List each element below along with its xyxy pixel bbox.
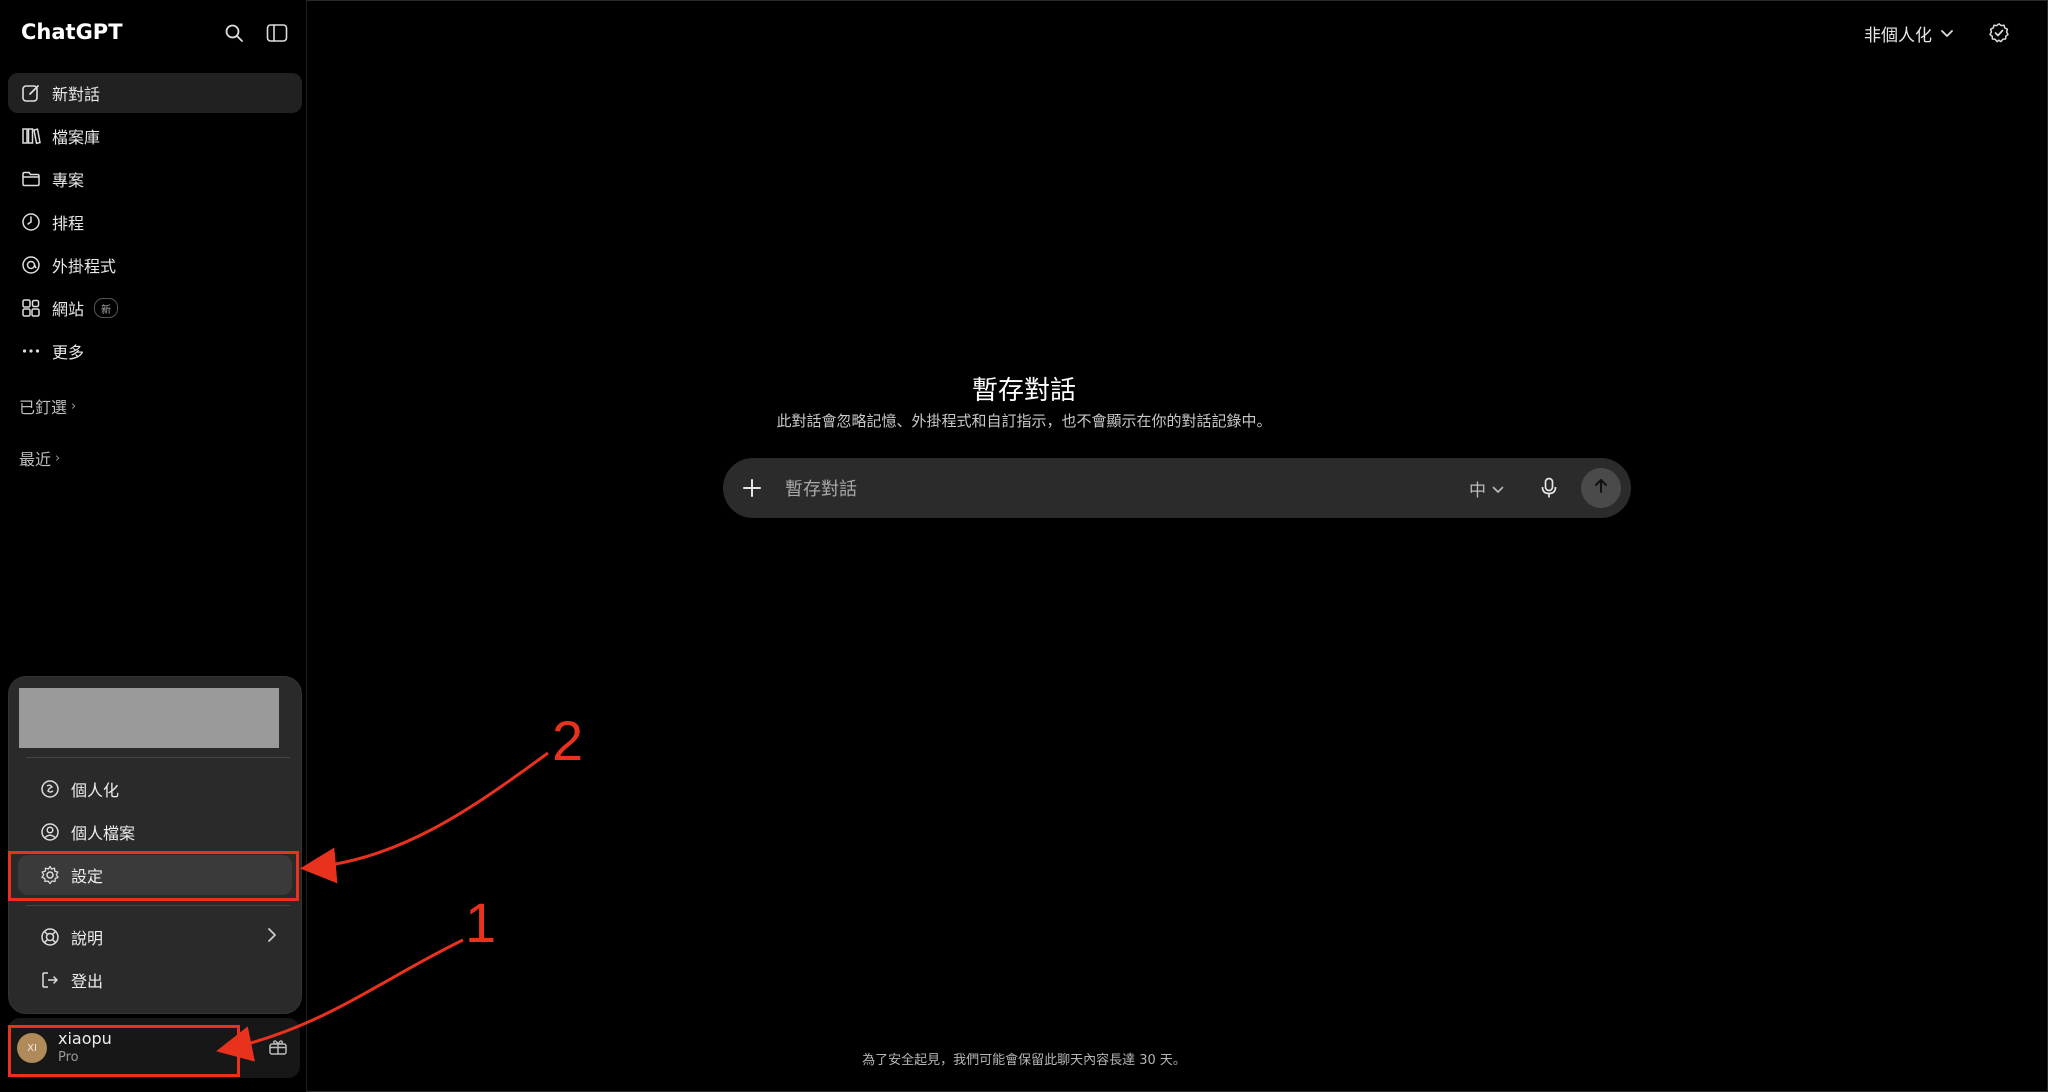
chevron-down-icon (1492, 479, 1504, 499)
plus-icon[interactable] (739, 475, 765, 501)
menu-item-label: 個人檔案 (71, 824, 136, 843)
chevron-right-icon: › (55, 450, 61, 466)
menu-item-help[interactable]: 說明 (18, 917, 292, 957)
recent-section[interactable]: 最近 › (19, 446, 60, 470)
language-label: 中 (1469, 481, 1486, 501)
send-button[interactable] (1581, 468, 1621, 508)
arrow-up-icon (1592, 477, 1610, 499)
chevron-right-icon (266, 927, 278, 947)
sites-icon (20, 297, 42, 319)
annotation-label-2: 2 (552, 709, 584, 772)
sidebar-item-label: 外掛程式 (52, 257, 117, 276)
redacted-account-area (19, 688, 279, 748)
new-badge: 新 (94, 298, 119, 318)
clock-icon (20, 211, 42, 233)
folder-icon (20, 168, 42, 190)
sidebar-item-more[interactable]: 更多 (8, 331, 302, 371)
composer: 中 (723, 458, 1631, 518)
annotation-box-user (8, 1025, 240, 1077)
divider (26, 757, 290, 758)
sidebar-toggle-icon[interactable] (264, 20, 290, 46)
annotation-box-settings (8, 851, 299, 901)
sidebar-item-label: 檔案庫 (52, 128, 101, 147)
sidebar-item-label: 更多 (52, 343, 85, 362)
divider (26, 905, 290, 906)
menu-item-label: 登出 (71, 972, 104, 991)
more-icon (20, 340, 42, 362)
message-input[interactable] (783, 476, 1387, 502)
sidebar: ChatGPT 新對話 檔案庫 專案 排程 外掛程式 網站 新 更多 已釘選 ›… (0, 0, 307, 1092)
mode-label: 非個人化 (1864, 26, 1932, 46)
sidebar-item-label: 網站 (52, 300, 85, 319)
menu-item-label: 說明 (71, 929, 104, 948)
recent-label: 最近 (19, 450, 52, 469)
plugin-icon (20, 254, 42, 276)
app-logo: ChatGPT (21, 20, 123, 44)
edit-icon (20, 82, 42, 104)
help-icon (39, 926, 61, 948)
account-menu: 個人化 個人檔案 設定 說明 登出 (8, 676, 302, 1014)
sidebar-item-sites[interactable]: 網站 新 (8, 288, 302, 328)
sidebar-item-projects[interactable]: 專案 (8, 159, 302, 199)
page-subtitle: 此對話會忽略記憶、外掛程式和自訂指示，也不會顯示在你的對話記錄中。 (776, 412, 1272, 430)
window-frame (0, 0, 2048, 1092)
sidebar-item-new-chat[interactable]: 新對話 (8, 73, 302, 113)
sidebar-item-label: 專案 (52, 171, 85, 190)
language-selector[interactable]: 中 (1469, 476, 1504, 501)
menu-item-personalize[interactable]: 個人化 (18, 769, 292, 809)
personalization-mode-dropdown[interactable]: 非個人化 (1864, 21, 1954, 46)
sidebar-item-plugins[interactable]: 外掛程式 (8, 245, 302, 285)
logout-icon (39, 969, 61, 991)
menu-item-label: 個人化 (71, 781, 120, 800)
sidebar-item-schedule[interactable]: 排程 (8, 202, 302, 242)
library-icon (20, 125, 42, 147)
sidebar-item-library[interactable]: 檔案庫 (8, 116, 302, 156)
microphone-icon[interactable] (1536, 475, 1562, 501)
chevron-down-icon (1940, 24, 1954, 44)
menu-item-profile[interactable]: 個人檔案 (18, 812, 292, 852)
retention-notice: 為了安全起見，我們可能會保留此聊天內容長達 30 天。 (862, 1053, 1186, 1068)
search-icon[interactable] (221, 20, 247, 46)
profile-icon (39, 821, 61, 843)
menu-item-logout[interactable]: 登出 (18, 960, 292, 1000)
page-title: 暫存對話 (971, 376, 1076, 406)
temporary-chat-check-icon[interactable] (1986, 20, 2012, 46)
annotation-label-1: 1 (465, 891, 497, 954)
sidebar-item-label: 新對話 (52, 85, 101, 104)
sidebar-item-label: 排程 (52, 214, 85, 233)
personalize-icon (39, 778, 61, 800)
